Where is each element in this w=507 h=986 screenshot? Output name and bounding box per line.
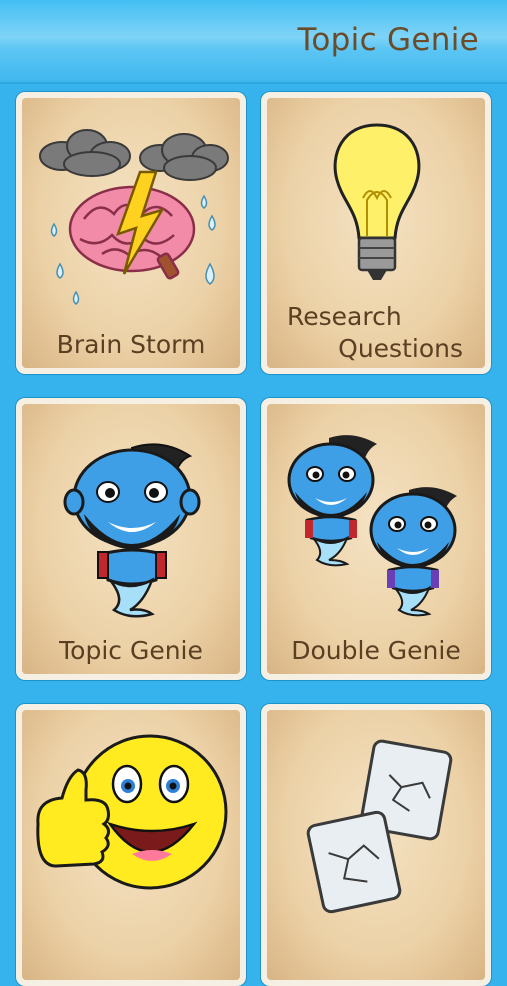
double-genie-icon — [287, 435, 457, 617]
thumbs-up-card[interactable] — [16, 704, 246, 986]
thumbs-up-smiley-icon — [36, 734, 228, 890]
card-parchment: Brain Storm — [22, 98, 240, 368]
card-parchment — [267, 710, 485, 980]
research-questions-card[interactable]: Research Questions — [261, 92, 491, 374]
broken-cards-icon — [306, 739, 453, 914]
brain-storm-icon — [39, 129, 229, 305]
card-label: Topic Genie — [59, 636, 203, 665]
lightbulb-icon — [333, 123, 421, 280]
card-parchment: Topic Genie — [22, 404, 240, 674]
page-title: Topic Genie — [297, 22, 479, 58]
app-header: Topic Genie — [0, 0, 507, 84]
topic-genie-card[interactable]: Topic Genie — [16, 398, 246, 680]
card-parchment — [22, 710, 240, 980]
card-label: Brain Storm — [56, 330, 206, 359]
card-label: Double Genie — [291, 636, 461, 665]
broken-cards-card[interactable] — [261, 704, 491, 986]
genie-icon — [63, 443, 201, 618]
double-genie-card[interactable]: Double Genie — [261, 398, 491, 680]
card-label-line2: Questions — [338, 334, 463, 363]
card-parchment: Research Questions — [267, 98, 485, 368]
brain-storm-card[interactable]: Brain Storm — [16, 92, 246, 374]
card-parchment: Double Genie — [267, 404, 485, 674]
card-label-line1: Research — [287, 302, 402, 331]
